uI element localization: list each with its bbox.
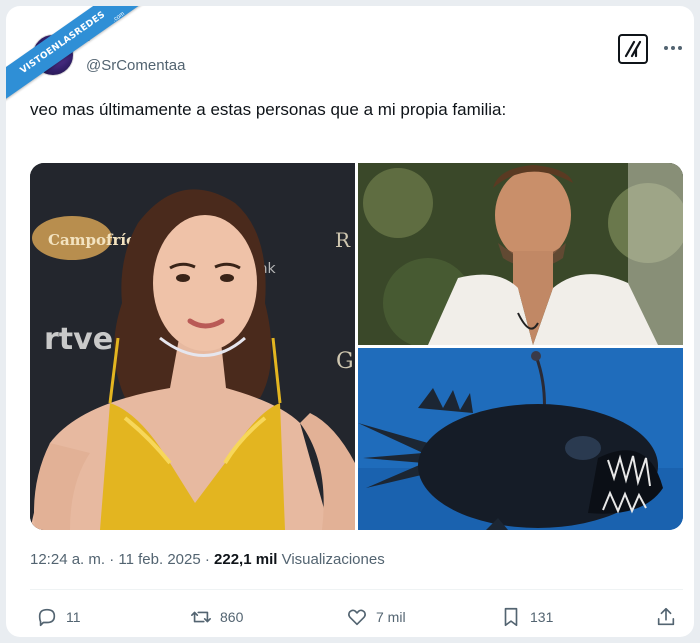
timestamp-separator: ·	[204, 551, 210, 568]
views-label: Visualizaciones	[281, 551, 385, 568]
divider	[30, 589, 683, 590]
reply-button[interactable]: 11	[36, 602, 81, 632]
like-count: 7 mil	[376, 609, 406, 625]
contestant-illustration	[358, 163, 683, 345]
rtve-logo: rtve	[44, 322, 113, 357]
tweet-text: veo mas últimamente a estas personas que…	[30, 100, 507, 119]
media-grid: Campofrío rtve ank R G 39	[30, 163, 683, 530]
tweet-time: 12:24 a. m.	[30, 551, 106, 568]
repost-count: 860	[220, 609, 244, 625]
views-count: 222,1 mil	[214, 551, 278, 568]
repost-button[interactable]: 860	[190, 602, 243, 632]
more-button[interactable]	[662, 38, 684, 58]
action-bar: 11 860 7 mil 131	[30, 602, 683, 632]
timestamp-separator: ·	[109, 551, 115, 568]
photo-red-carpet[interactable]: Campofrío rtve ank R G 39	[30, 163, 355, 530]
tweet-card: VISTOENLASREDES .com ✦ · @SrComentaa veo…	[6, 6, 694, 637]
watermark-sub: .com	[111, 11, 126, 24]
reply-count: 11	[66, 609, 81, 625]
like-icon	[348, 609, 366, 626]
bookmark-count: 131	[530, 609, 554, 625]
campofrio-logo: Campofrío	[48, 231, 136, 249]
grok-button[interactable]	[618, 34, 648, 64]
repost-icon	[191, 611, 211, 623]
bookmark-button[interactable]: 131	[500, 602, 553, 632]
share-button[interactable]	[655, 602, 677, 632]
handle[interactable]: @SrComentaa	[86, 57, 185, 74]
tweet-timestamp[interactable]: 12:24 a. m. · 11 feb. 2025 · 222,1 mil V…	[30, 551, 385, 568]
photo-tv-contestant[interactable]	[358, 163, 683, 345]
sponsor-letter-r: R	[335, 228, 351, 252]
bookmark-icon	[504, 607, 518, 627]
photo-anglerfish[interactable]	[358, 348, 683, 530]
more-icon	[664, 46, 682, 50]
grok-icon	[624, 40, 642, 58]
reply-icon	[38, 608, 56, 627]
sponsor-letter-g: G	[336, 349, 354, 374]
like-button[interactable]: 7 mil	[346, 602, 406, 632]
anglerfish-illustration	[358, 348, 683, 530]
red-carpet-illustration: Campofrío rtve ank R G 39	[30, 163, 355, 530]
tweet-date: 11 feb. 2025	[118, 551, 201, 568]
share-icon	[657, 607, 675, 626]
